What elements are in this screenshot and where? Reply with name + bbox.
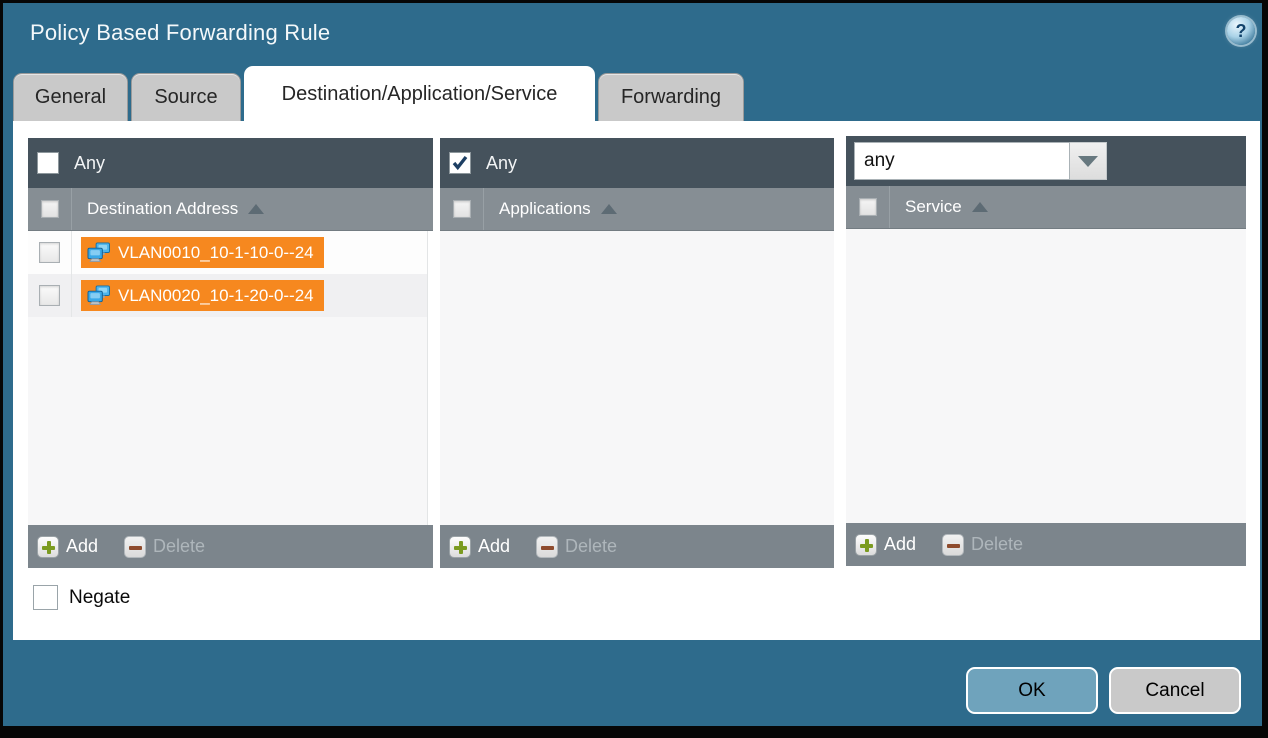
destination-select-all-checkbox[interactable] [41, 200, 59, 218]
applications-column-label: Applications [499, 199, 591, 219]
destination-sort-header[interactable]: Destination Address [87, 199, 264, 219]
add-button[interactable]: Add [449, 536, 510, 558]
service-sort-header[interactable]: Service [905, 197, 988, 217]
sort-asc-icon [972, 202, 988, 212]
applications-select-all-checkbox[interactable] [453, 200, 471, 218]
delete-label: Delete [971, 534, 1023, 555]
service-column-label: Service [905, 197, 962, 217]
tab-general[interactable]: General [13, 73, 128, 121]
service-list [846, 229, 1246, 523]
policy-based-forwarding-dialog: Policy Based Forwarding Rule ? General S… [3, 3, 1262, 726]
table-row[interactable]: VLAN0010_10-1-10-0--24 [28, 231, 433, 274]
destination-any-checkbox[interactable] [37, 152, 59, 174]
tab-content: Any Destination Address [13, 121, 1260, 640]
service-panel: Service Add Delete [846, 136, 1246, 566]
destination-any-bar: Any [28, 138, 433, 188]
minus-icon [124, 536, 146, 558]
minus-icon [536, 536, 558, 558]
plus-icon [449, 536, 471, 558]
add-label: Add [66, 536, 98, 557]
destination-column-label: Destination Address [87, 199, 238, 219]
network-icon [86, 285, 111, 306]
row-label: VLAN0010_10-1-10-0--24 [118, 243, 314, 263]
destination-any-label: Any [74, 153, 105, 174]
applications-list [440, 231, 834, 525]
service-dropdown-bar [846, 136, 1246, 186]
cancel-button[interactable]: Cancel [1109, 667, 1241, 714]
service-dropdown-input[interactable] [854, 142, 1070, 180]
plus-icon [37, 536, 59, 558]
minus-icon [942, 534, 964, 556]
delete-button[interactable]: Delete [536, 536, 617, 558]
service-dropdown [854, 142, 1107, 180]
address-object-chip: VLAN0010_10-1-10-0--24 [81, 237, 324, 268]
applications-column-header: Applications [440, 188, 834, 231]
negate-row: Negate [33, 585, 130, 610]
ok-button[interactable]: OK [966, 667, 1098, 714]
table-row[interactable]: VLAN0020_10-1-20-0--24 [28, 274, 433, 317]
delete-label: Delete [153, 536, 205, 557]
add-button[interactable]: Add [855, 534, 916, 556]
row-label: VLAN0020_10-1-20-0--24 [118, 286, 314, 306]
negate-checkbox[interactable] [33, 585, 58, 610]
add-button[interactable]: Add [37, 536, 98, 558]
service-toolbar: Add Delete [846, 523, 1246, 566]
network-icon [86, 242, 111, 263]
destination-address-panel: Any Destination Address [28, 138, 433, 568]
row-checkbox[interactable] [39, 242, 60, 263]
service-dropdown-button[interactable] [1070, 142, 1107, 180]
destination-list: VLAN0010_10-1-10-0--24 [28, 231, 433, 525]
address-object-chip: VLAN0020_10-1-20-0--24 [81, 280, 324, 311]
tab-forwarding[interactable]: Forwarding [598, 73, 744, 121]
sort-asc-icon [601, 204, 617, 214]
add-label: Add [884, 534, 916, 555]
service-select-all-checkbox[interactable] [859, 198, 877, 216]
tab-bar: General Source Destination/Application/S… [3, 3, 1262, 121]
row-checkbox[interactable] [39, 285, 60, 306]
delete-button[interactable]: Delete [124, 536, 205, 558]
delete-label: Delete [565, 536, 617, 557]
sort-asc-icon [248, 204, 264, 214]
destination-toolbar: Add Delete [28, 525, 433, 568]
chevron-down-icon [1078, 156, 1098, 167]
applications-any-label: Any [486, 153, 517, 174]
plus-icon [855, 534, 877, 556]
applications-any-bar: Any [440, 138, 834, 188]
applications-toolbar: Add Delete [440, 525, 834, 568]
service-column-header: Service [846, 186, 1246, 229]
checkmark-icon [451, 154, 469, 172]
applications-panel: Any Applications Add Delete [440, 138, 834, 568]
applications-sort-header[interactable]: Applications [499, 199, 617, 219]
delete-button[interactable]: Delete [942, 534, 1023, 556]
scrollbar-track[interactable] [427, 231, 433, 525]
tab-destination-application-service[interactable]: Destination/Application/Service [244, 66, 595, 121]
tab-source[interactable]: Source [131, 73, 241, 121]
applications-any-checkbox[interactable] [449, 152, 471, 174]
negate-label: Negate [69, 587, 130, 609]
destination-column-header: Destination Address [28, 188, 433, 231]
add-label: Add [478, 536, 510, 557]
